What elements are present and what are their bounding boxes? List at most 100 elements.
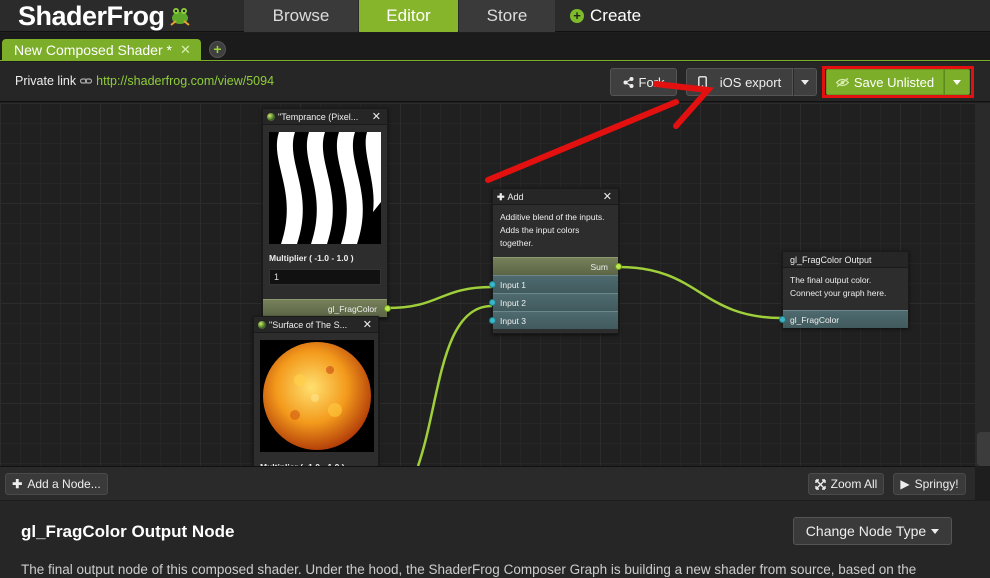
node-add[interactable]: ✚ Add ✕ Additive blend of the inputs. Ad… xyxy=(489,188,622,334)
graph-bottom-bar: ✚ Add a Node... Zoom All ▶ Springy! xyxy=(0,466,975,500)
caret-down-icon xyxy=(801,79,809,85)
ios-export-button[interactable]: iOS export xyxy=(686,68,793,96)
fork-button[interactable]: Fork xyxy=(610,68,677,96)
port-label: gl_FragColor xyxy=(327,304,377,314)
input-connector[interactable] xyxy=(779,316,786,323)
node-title: "Surface of The S... xyxy=(269,319,348,330)
shader-ball-icon xyxy=(267,112,275,121)
input-connector[interactable] xyxy=(489,299,496,306)
springy-label: Springy! xyxy=(914,477,959,491)
change-node-type-button[interactable]: Change Node Type xyxy=(793,517,952,545)
node-header[interactable]: ✚ Add ✕ xyxy=(493,189,618,205)
output-connector[interactable] xyxy=(615,263,622,270)
scrollbar-thumb[interactable] xyxy=(977,432,990,466)
node-header[interactable]: "Temprance (Pixel... ✕ xyxy=(263,109,387,125)
stripes-preview-image xyxy=(269,132,381,244)
zoom-all-button[interactable]: Zoom All xyxy=(808,473,884,495)
vertical-scrollbar[interactable] xyxy=(975,103,990,466)
link-icon xyxy=(80,78,93,84)
node-description: Additive blend of the inputs. Adds the i… xyxy=(493,205,618,257)
add-node-button[interactable]: ✚ Add a Node... xyxy=(5,473,108,495)
springy-button[interactable]: ▶ Springy! xyxy=(893,473,966,495)
ios-export-label: iOS export xyxy=(719,74,782,90)
nav-store[interactable]: Store xyxy=(459,0,555,32)
node-description: The final output color. Connect your gra… xyxy=(783,268,908,310)
private-link-label: Private link xyxy=(15,74,77,88)
ios-export-dropdown[interactable] xyxy=(793,68,817,96)
tab-new-composed-shader[interactable]: New Composed Shader * ✕ xyxy=(2,39,201,61)
port-label: Sum xyxy=(590,262,608,272)
node-gl-fragcolor-output[interactable]: gl_FragColor Output The final output col… xyxy=(779,251,909,328)
expand-icon xyxy=(814,478,826,490)
fork-label: Fork xyxy=(638,74,665,90)
close-icon[interactable]: ✕ xyxy=(372,109,381,125)
graph-canvas[interactable]: "Temprance (Pixel... ✕ Multiplier ( -1.0… xyxy=(0,103,975,466)
port-label: Input 1 xyxy=(500,280,526,290)
save-label: Save Unlisted xyxy=(853,74,935,90)
port-in-input-3[interactable]: Input 3 xyxy=(489,311,618,329)
nav-create-label: Create xyxy=(590,6,642,25)
shader-ball-icon xyxy=(258,320,266,329)
caret-down-icon xyxy=(953,79,961,85)
plus-icon: ✚ xyxy=(497,191,505,202)
input-connector[interactable] xyxy=(489,281,496,288)
port-in-input-1[interactable]: Input 1 xyxy=(489,275,618,293)
app-root: ShaderFrog Browse Editor Store + Create … xyxy=(0,0,990,578)
caret-down-icon xyxy=(931,528,940,534)
phone-icon xyxy=(697,75,707,89)
port-in-input-2[interactable]: Input 2 xyxy=(489,293,618,311)
nav-create[interactable]: + Create xyxy=(570,0,650,32)
node-header[interactable]: gl_FragColor Output xyxy=(783,252,908,268)
save-unlisted-button[interactable]: Save Unlisted xyxy=(826,69,944,95)
editor-toolbar: Private link http://shaderfrog.com/view/… xyxy=(0,62,990,102)
multiplier-label: Multiplier ( -1.0 - 1.0 ) xyxy=(254,452,378,466)
add-node-label: Add a Node... xyxy=(27,477,101,491)
nav-browse[interactable]: Browse xyxy=(244,0,358,32)
node-title: Add xyxy=(507,191,524,202)
plus-circle-icon: + xyxy=(570,9,584,23)
node-description-line: The final output color. xyxy=(790,275,872,285)
play-icon: ▶ xyxy=(900,477,910,491)
port-out-sum[interactable]: Sum xyxy=(493,257,622,275)
node-title: gl_FragColor Output xyxy=(790,254,872,265)
zoom-all-label: Zoom All xyxy=(830,477,878,491)
close-icon[interactable]: ✕ xyxy=(603,189,612,205)
logo-text: ShaderFrog xyxy=(18,0,165,31)
wire-sum-to-output xyxy=(618,265,783,320)
port-label: gl_FragColor xyxy=(790,315,840,325)
change-node-type-label: Change Node Type xyxy=(805,523,927,539)
frog-logo-icon xyxy=(169,8,190,26)
details-title: gl_FragColor Output Node xyxy=(21,522,235,541)
private-link-url[interactable]: http://shaderfrog.com/view/5094 xyxy=(96,74,274,88)
private-link: Private link http://shaderfrog.com/view/… xyxy=(15,74,274,88)
close-icon[interactable]: ✕ xyxy=(363,317,372,333)
eye-icon xyxy=(835,77,849,87)
port-in-gl-fragcolor[interactable]: gl_FragColor xyxy=(779,310,908,328)
node-title: "Temprance (Pixel... xyxy=(278,111,359,122)
top-nav: ShaderFrog Browse Editor Store + Create xyxy=(0,0,990,32)
node-description-line: Adds the input colors xyxy=(500,225,580,235)
sun-preview-image xyxy=(260,340,374,452)
input-connector[interactable] xyxy=(489,317,496,324)
close-icon[interactable]: ✕ xyxy=(180,39,191,61)
node-details-panel: gl_FragColor Output Node Change Node Typ… xyxy=(0,501,990,578)
wire-temprance-to-input1 xyxy=(387,285,493,310)
node-temprance[interactable]: "Temprance (Pixel... ✕ Multiplier ( -1.0… xyxy=(262,108,391,318)
logo[interactable]: ShaderFrog xyxy=(18,1,193,31)
save-dropdown[interactable] xyxy=(944,69,970,95)
wire-surface-to-input2 xyxy=(416,304,493,466)
multiplier-input[interactable]: 1 xyxy=(269,269,381,285)
node-header[interactable]: "Surface of The S... ✕ xyxy=(254,317,378,333)
node-description-line: Additive blend of the inputs. xyxy=(500,212,605,222)
node-surface[interactable]: "Surface of The S... ✕ xyxy=(253,316,379,466)
plus-icon: ✚ xyxy=(12,477,23,491)
share-icon xyxy=(623,76,633,88)
port-out-gl-fragcolor[interactable]: gl_FragColor xyxy=(263,299,391,317)
shader-preview xyxy=(260,340,374,452)
port-label: Input 2 xyxy=(500,298,526,308)
shader-preview xyxy=(269,132,381,244)
add-tab-icon[interactable]: + xyxy=(209,41,226,58)
details-description: The final output node of this composed s… xyxy=(21,562,917,577)
nav-editor[interactable]: Editor xyxy=(359,0,458,32)
output-connector[interactable] xyxy=(384,305,391,312)
